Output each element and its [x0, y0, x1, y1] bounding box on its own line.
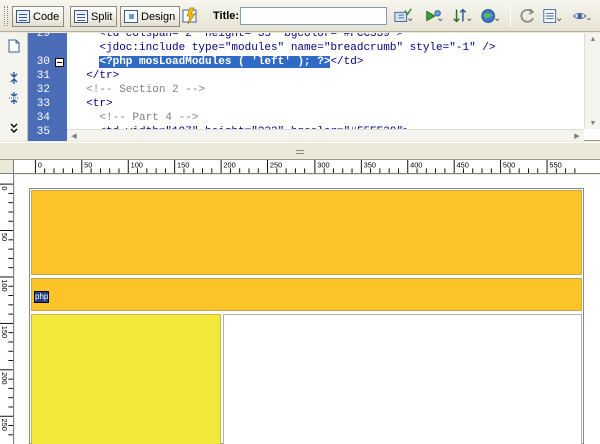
code-line[interactable]: <?php mosLoadModules ( 'left' ); ?></td>	[73, 55, 363, 69]
line-number: 31	[36, 70, 50, 82]
preview-browser-icon[interactable]	[424, 7, 444, 25]
code-view-label: Code	[33, 10, 60, 23]
scroll-right-arrow-icon[interactable]: ▶	[570, 130, 584, 142]
collapse-full-tag-icon[interactable]	[7, 71, 21, 85]
split-pane-divider[interactable]	[0, 142, 600, 160]
coding-toolbar	[0, 33, 28, 141]
left-column-cell[interactable]	[31, 314, 221, 444]
ruler-label: 500	[503, 160, 515, 169]
code-line[interactable]: <td colspan="2" height="35" bgcolor="#FC…	[73, 33, 403, 41]
line-number: 34	[36, 112, 50, 124]
code-token: <td colspan="2" height="35" bgcolor="#FC…	[73, 33, 404, 40]
vertical-ruler[interactable]: 0 50 100 150 200 250	[0, 174, 14, 444]
ruler-label: 0	[38, 160, 42, 169]
ruler-origin[interactable]	[0, 160, 14, 174]
toolbar-grip[interactable]	[4, 6, 8, 26]
code-view-button[interactable]: Code	[12, 6, 65, 27]
code-line[interactable]: <!-- Section 2 -->	[73, 83, 205, 97]
scroll-left-arrow-icon[interactable]: ◀	[67, 130, 81, 142]
code-token: <tr>	[73, 98, 113, 110]
content-cell[interactable]	[223, 314, 582, 444]
horizontal-ruler[interactable]: 0 50 100 150 200 250 300 350 400 450 500 550	[14, 160, 600, 174]
line-number	[28, 41, 50, 55]
code-line[interactable]: <jdoc:include type="modules" name="bread…	[73, 41, 495, 55]
design-view-button[interactable]: Design	[120, 6, 181, 27]
page-title-input[interactable]	[240, 7, 387, 25]
toolbar-separator	[510, 6, 511, 26]
ruler-label: 150	[177, 160, 189, 169]
split-view-label: Split	[91, 10, 113, 23]
code-editor[interactable]: <td colspan="2" height="35" bgcolor="#FC…	[67, 33, 584, 129]
split-view-icon	[74, 10, 88, 23]
ruler-label: 350	[364, 160, 376, 169]
ruler-label: 300	[317, 160, 329, 169]
split-view-button[interactable]: Split	[70, 6, 118, 27]
browser-check-icon[interactable]	[480, 7, 500, 25]
ruler-label: 200	[223, 160, 235, 169]
code-view-icon	[16, 10, 30, 23]
code-token: <!-- Part 4 -->	[73, 112, 199, 124]
ruler-label: 250	[0, 419, 9, 431]
scroll-up-arrow-icon[interactable]: ▲	[586, 33, 600, 45]
code-view-pane: 29 30 31 32 33 34 35 <td colspan="2" hei…	[0, 33, 600, 141]
ruler-label: 150	[0, 326, 9, 338]
code-horizontal-scrollbar[interactable]: ◀ ▶	[67, 129, 584, 141]
validate-icon[interactable]	[452, 7, 472, 25]
code-vertical-scrollbar[interactable]: ▲ ▼	[584, 33, 600, 129]
selected-code: <?php mosLoadModules ( 'left' ); ?>	[99, 56, 331, 68]
document-toolbar: Code Split Design Title:	[0, 0, 600, 32]
dreamweaver-document-window: Code Split Design Title: 29 30 31 32 33 …	[0, 0, 600, 444]
line-number: 29	[36, 33, 50, 40]
code-line[interactable]: <!-- Part 4 -->	[73, 111, 198, 125]
title-label: Title:	[213, 10, 240, 22]
expand-toolbar-icon[interactable]	[7, 121, 21, 135]
code-token: <jdoc:include type="modules" name="bread…	[73, 42, 496, 54]
code-token: </tr>	[73, 70, 120, 82]
line-number: 33	[36, 98, 50, 110]
code-token: </td>	[330, 56, 364, 68]
line-number: 30	[36, 56, 50, 68]
ruler-label: 550	[549, 160, 561, 169]
file-management-icon[interactable]	[393, 7, 413, 25]
ruler-label: 250	[270, 160, 282, 169]
ruler-label: 450	[457, 160, 469, 169]
line-number-gutter: 29 30 31 32 33 34 35	[28, 33, 67, 141]
header-cell[interactable]	[31, 190, 582, 275]
ruler-label: 50	[0, 233, 9, 241]
refresh-icon[interactable]	[518, 7, 538, 25]
line-number: 32	[36, 84, 50, 96]
ruler-label: 100	[131, 160, 143, 169]
code-line[interactable]: </tr>	[73, 69, 119, 83]
design-view-canvas[interactable]: php	[15, 175, 600, 444]
view-options-icon[interactable]	[542, 7, 562, 25]
design-view-icon	[124, 10, 138, 23]
ruler-label: 100	[0, 279, 9, 291]
ruler-label: 0	[0, 186, 9, 190]
visual-aids-icon[interactable]	[572, 7, 592, 25]
line-number: 35	[36, 126, 50, 138]
scroll-down-arrow-icon[interactable]: ▼	[586, 117, 600, 129]
ruler-label: 200	[0, 372, 9, 384]
layout-table[interactable]: php	[29, 188, 584, 444]
code-line[interactable]: <tr>	[73, 97, 113, 111]
code-token: <!-- Section 2 -->	[73, 84, 206, 96]
divider-grip[interactable]	[296, 150, 304, 154]
ruler-label: 50	[84, 160, 92, 169]
live-data-icon[interactable]	[181, 7, 201, 25]
ruler-label: 400	[410, 160, 422, 169]
php-code-marker[interactable]: php	[34, 291, 49, 303]
design-view-label: Design	[141, 10, 176, 23]
breadcrumb-cell[interactable]: php	[31, 278, 582, 311]
code-collapse-toggle[interactable]	[55, 58, 64, 67]
collapse-selection-icon[interactable]	[7, 91, 21, 105]
open-documents-icon[interactable]	[7, 39, 21, 53]
